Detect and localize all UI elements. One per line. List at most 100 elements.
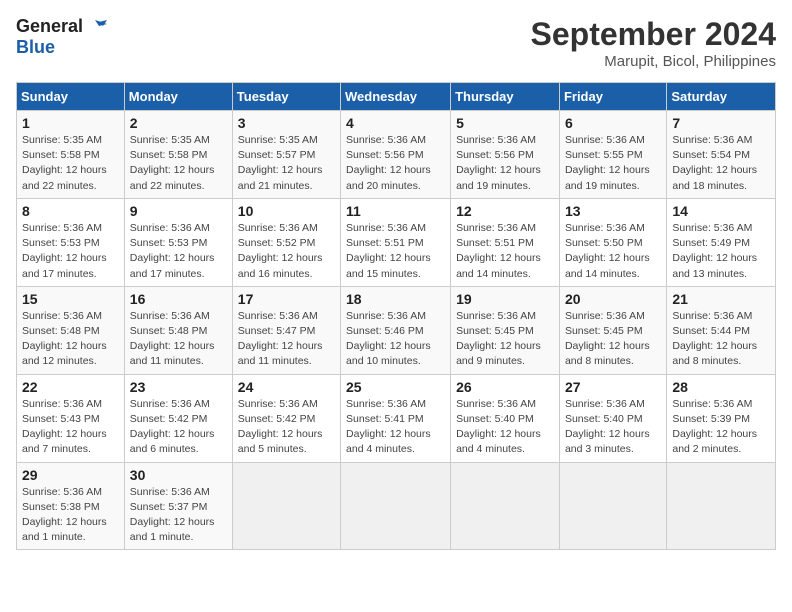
table-row: 8 Sunrise: 5:36 AMSunset: 5:53 PMDayligh… <box>17 198 125 286</box>
day-number: 29 <box>22 467 119 483</box>
day-info: Sunrise: 5:35 AMSunset: 5:57 PMDaylight:… <box>238 133 335 194</box>
day-number: 20 <box>565 291 661 307</box>
table-row: 3 Sunrise: 5:35 AMSunset: 5:57 PMDayligh… <box>232 111 340 199</box>
day-number: 28 <box>672 379 770 395</box>
col-thursday: Thursday <box>451 83 560 111</box>
day-number: 9 <box>130 203 227 219</box>
day-info: Sunrise: 5:36 AMSunset: 5:40 PMDaylight:… <box>565 397 661 458</box>
col-wednesday: Wednesday <box>341 83 451 111</box>
day-number: 19 <box>456 291 554 307</box>
day-info: Sunrise: 5:36 AMSunset: 5:38 PMDaylight:… <box>22 485 119 546</box>
day-info: Sunrise: 5:36 AMSunset: 5:46 PMDaylight:… <box>346 309 445 370</box>
table-row: 28 Sunrise: 5:36 AMSunset: 5:39 PMDaylig… <box>667 374 776 462</box>
col-friday: Friday <box>559 83 666 111</box>
day-number: 6 <box>565 115 661 131</box>
day-number: 3 <box>238 115 335 131</box>
day-info: Sunrise: 5:36 AMSunset: 5:42 PMDaylight:… <box>130 397 227 458</box>
day-info: Sunrise: 5:36 AMSunset: 5:47 PMDaylight:… <box>238 309 335 370</box>
logo-text: General Blue <box>16 16 107 58</box>
table-row: 30 Sunrise: 5:36 AMSunset: 5:37 PMDaylig… <box>124 462 232 550</box>
day-number: 1 <box>22 115 119 131</box>
table-row: 14 Sunrise: 5:36 AMSunset: 5:49 PMDaylig… <box>667 198 776 286</box>
day-info: Sunrise: 5:36 AMSunset: 5:39 PMDaylight:… <box>672 397 770 458</box>
table-row: 10 Sunrise: 5:36 AMSunset: 5:52 PMDaylig… <box>232 198 340 286</box>
table-row: 27 Sunrise: 5:36 AMSunset: 5:40 PMDaylig… <box>559 374 666 462</box>
day-number: 10 <box>238 203 335 219</box>
month-title: September 2024 <box>531 16 776 53</box>
day-info: Sunrise: 5:36 AMSunset: 5:44 PMDaylight:… <box>672 309 770 370</box>
day-info: Sunrise: 5:36 AMSunset: 5:53 PMDaylight:… <box>130 221 227 282</box>
col-sunday: Sunday <box>17 83 125 111</box>
day-number: 17 <box>238 291 335 307</box>
table-row: 22 Sunrise: 5:36 AMSunset: 5:43 PMDaylig… <box>17 374 125 462</box>
col-monday: Monday <box>124 83 232 111</box>
day-number: 23 <box>130 379 227 395</box>
day-info: Sunrise: 5:36 AMSunset: 5:50 PMDaylight:… <box>565 221 661 282</box>
table-row: 16 Sunrise: 5:36 AMSunset: 5:48 PMDaylig… <box>124 286 232 374</box>
table-row <box>232 462 340 550</box>
day-number: 4 <box>346 115 445 131</box>
logo-blue: Blue <box>16 38 107 58</box>
day-number: 13 <box>565 203 661 219</box>
table-row: 15 Sunrise: 5:36 AMSunset: 5:48 PMDaylig… <box>17 286 125 374</box>
day-info: Sunrise: 5:36 AMSunset: 5:56 PMDaylight:… <box>456 133 554 194</box>
table-row: 11 Sunrise: 5:36 AMSunset: 5:51 PMDaylig… <box>341 198 451 286</box>
day-info: Sunrise: 5:36 AMSunset: 5:55 PMDaylight:… <box>565 133 661 194</box>
day-number: 22 <box>22 379 119 395</box>
calendar-week-row: 1 Sunrise: 5:35 AMSunset: 5:58 PMDayligh… <box>17 111 776 199</box>
day-number: 24 <box>238 379 335 395</box>
day-info: Sunrise: 5:36 AMSunset: 5:56 PMDaylight:… <box>346 133 445 194</box>
day-info: Sunrise: 5:36 AMSunset: 5:45 PMDaylight:… <box>565 309 661 370</box>
day-info: Sunrise: 5:35 AMSunset: 5:58 PMDaylight:… <box>22 133 119 194</box>
calendar-header-row: Sunday Monday Tuesday Wednesday Thursday… <box>17 83 776 111</box>
col-tuesday: Tuesday <box>232 83 340 111</box>
location-title: Marupit, Bicol, Philippines <box>531 53 776 70</box>
day-info: Sunrise: 5:36 AMSunset: 5:51 PMDaylight:… <box>456 221 554 282</box>
table-row: 19 Sunrise: 5:36 AMSunset: 5:45 PMDaylig… <box>451 286 560 374</box>
day-number: 14 <box>672 203 770 219</box>
day-number: 16 <box>130 291 227 307</box>
day-number: 5 <box>456 115 554 131</box>
table-row <box>559 462 666 550</box>
day-number: 12 <box>456 203 554 219</box>
table-row: 26 Sunrise: 5:36 AMSunset: 5:40 PMDaylig… <box>451 374 560 462</box>
day-info: Sunrise: 5:36 AMSunset: 5:40 PMDaylight:… <box>456 397 554 458</box>
table-row: 7 Sunrise: 5:36 AMSunset: 5:54 PMDayligh… <box>667 111 776 199</box>
day-info: Sunrise: 5:36 AMSunset: 5:53 PMDaylight:… <box>22 221 119 282</box>
day-info: Sunrise: 5:36 AMSunset: 5:52 PMDaylight:… <box>238 221 335 282</box>
logo-bird-icon <box>85 16 107 38</box>
title-area: September 2024 Marupit, Bicol, Philippin… <box>531 16 776 70</box>
day-info: Sunrise: 5:36 AMSunset: 5:42 PMDaylight:… <box>238 397 335 458</box>
table-row <box>341 462 451 550</box>
table-row: 2 Sunrise: 5:35 AMSunset: 5:58 PMDayligh… <box>124 111 232 199</box>
day-number: 2 <box>130 115 227 131</box>
logo-general: General <box>16 17 83 37</box>
day-number: 8 <box>22 203 119 219</box>
table-row: 17 Sunrise: 5:36 AMSunset: 5:47 PMDaylig… <box>232 286 340 374</box>
table-row: 9 Sunrise: 5:36 AMSunset: 5:53 PMDayligh… <box>124 198 232 286</box>
col-saturday: Saturday <box>667 83 776 111</box>
day-info: Sunrise: 5:35 AMSunset: 5:58 PMDaylight:… <box>130 133 227 194</box>
calendar-week-row: 22 Sunrise: 5:36 AMSunset: 5:43 PMDaylig… <box>17 374 776 462</box>
table-row: 24 Sunrise: 5:36 AMSunset: 5:42 PMDaylig… <box>232 374 340 462</box>
calendar-week-row: 15 Sunrise: 5:36 AMSunset: 5:48 PMDaylig… <box>17 286 776 374</box>
day-number: 26 <box>456 379 554 395</box>
day-number: 27 <box>565 379 661 395</box>
page-header: General Blue September 2024 Marupit, Bic… <box>16 16 776 70</box>
table-row: 5 Sunrise: 5:36 AMSunset: 5:56 PMDayligh… <box>451 111 560 199</box>
day-info: Sunrise: 5:36 AMSunset: 5:54 PMDaylight:… <box>672 133 770 194</box>
table-row: 23 Sunrise: 5:36 AMSunset: 5:42 PMDaylig… <box>124 374 232 462</box>
table-row: 25 Sunrise: 5:36 AMSunset: 5:41 PMDaylig… <box>341 374 451 462</box>
day-number: 15 <box>22 291 119 307</box>
day-number: 21 <box>672 291 770 307</box>
calendar-week-row: 29 Sunrise: 5:36 AMSunset: 5:38 PMDaylig… <box>17 462 776 550</box>
table-row: 1 Sunrise: 5:35 AMSunset: 5:58 PMDayligh… <box>17 111 125 199</box>
table-row: 12 Sunrise: 5:36 AMSunset: 5:51 PMDaylig… <box>451 198 560 286</box>
table-row: 21 Sunrise: 5:36 AMSunset: 5:44 PMDaylig… <box>667 286 776 374</box>
table-row: 20 Sunrise: 5:36 AMSunset: 5:45 PMDaylig… <box>559 286 666 374</box>
calendar-week-row: 8 Sunrise: 5:36 AMSunset: 5:53 PMDayligh… <box>17 198 776 286</box>
day-number: 18 <box>346 291 445 307</box>
day-info: Sunrise: 5:36 AMSunset: 5:43 PMDaylight:… <box>22 397 119 458</box>
table-row: 13 Sunrise: 5:36 AMSunset: 5:50 PMDaylig… <box>559 198 666 286</box>
table-row <box>451 462 560 550</box>
